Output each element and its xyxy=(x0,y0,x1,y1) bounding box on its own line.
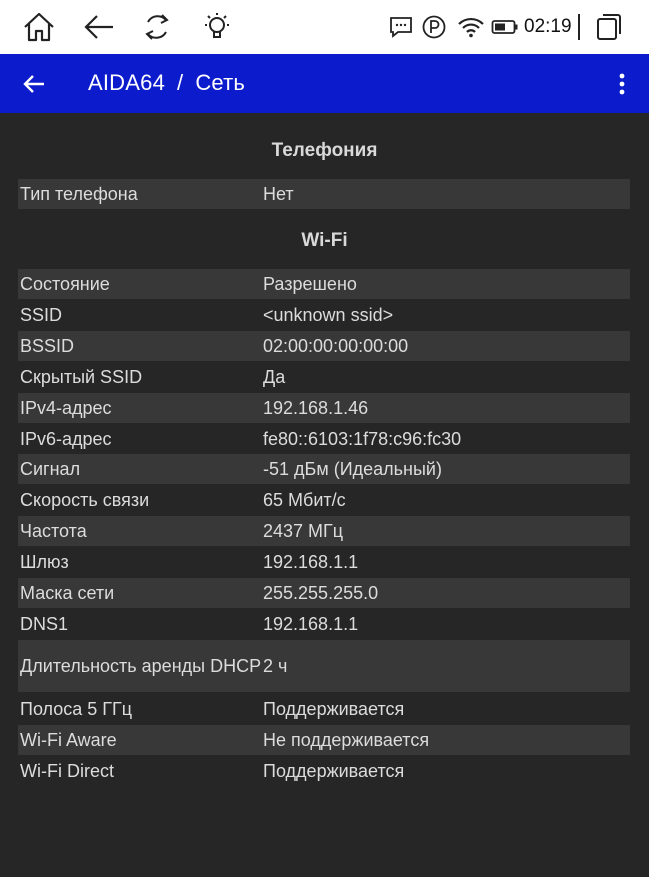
row-label: Wi-Fi Aware xyxy=(20,730,117,750)
page-title: AIDA64 / Сеть xyxy=(88,70,245,96)
row-label: Маска сети xyxy=(20,583,115,603)
row-label: Тип телефона xyxy=(20,184,138,204)
row-value: 65 Мбит/с xyxy=(263,490,346,510)
table-row: DNS1 192.168.1.1 xyxy=(18,609,630,639)
lightbulb-icon[interactable] xyxy=(200,10,234,44)
row-label: Сигнал xyxy=(20,459,81,479)
row-label: IPv6-адрес xyxy=(20,429,112,449)
table-row: SSID <unknown ssid> xyxy=(18,300,630,330)
table-row: BSSID 02:00:00:00:00:00 xyxy=(18,331,630,361)
row-value: 192.168.1.46 xyxy=(263,398,369,418)
status-clock: 02:19 xyxy=(524,16,572,37)
table-row: Состояние Разрешено xyxy=(18,269,630,299)
app-name: AIDA64 xyxy=(88,70,166,95)
recent-apps-icon[interactable] xyxy=(592,10,626,44)
rotate-icon[interactable] xyxy=(140,10,174,44)
row-value: 2 ч xyxy=(263,656,288,676)
row-value: 2437 МГц xyxy=(263,521,344,541)
back-arrow-icon[interactable] xyxy=(18,68,50,100)
row-label: SSID xyxy=(20,305,63,325)
table-row: Маска сети 255.255.255.0 xyxy=(18,578,630,608)
table-row: IPv6-адрес fe80::6103:1f78:c96:fc30 xyxy=(18,424,630,454)
overflow-menu-icon[interactable] xyxy=(606,68,638,100)
system-status-bar: 02:19 xyxy=(0,0,649,54)
row-value: 192.168.1.1 xyxy=(263,552,359,572)
row-value: Поддерживается xyxy=(263,699,405,719)
table-row: Wi-Fi Direct Поддерживается xyxy=(18,756,630,786)
row-label: DNS1 xyxy=(20,614,69,634)
section-title-telephony: Телефония xyxy=(271,140,378,161)
table-row: Частота 2437 МГц xyxy=(18,516,630,546)
table-row: Сигнал -51 дБм (Идеальный) xyxy=(18,454,630,484)
row-label: Состояние xyxy=(20,274,110,294)
row-value: 255.255.255.0 xyxy=(263,583,379,603)
row-label: Частота xyxy=(20,521,87,541)
row-label: Скорость связи xyxy=(20,490,150,510)
battery-icon xyxy=(488,10,522,44)
row-label: Wi-Fi Direct xyxy=(20,761,114,781)
row-value: 02:00:00:00:00:00 xyxy=(263,336,409,356)
row-value: Да xyxy=(263,367,286,387)
row-label: Длительность аренды DHCP xyxy=(20,656,262,676)
title-separator: / xyxy=(177,70,184,95)
back-arrow-icon[interactable] xyxy=(82,10,116,44)
section-title-wifi: Wi-Fi xyxy=(301,230,348,251)
status-divider xyxy=(578,14,580,40)
wifi-icon xyxy=(454,10,488,44)
row-label: Полоса 5 ГГц xyxy=(20,699,133,719)
row-value: -51 дБм (Идеальный) xyxy=(263,459,442,479)
table-row: Скорость связи 65 Мбит/с xyxy=(18,485,630,515)
table-row: Полоса 5 ГГц Поддерживается xyxy=(18,694,630,724)
row-value: Нет xyxy=(263,184,294,204)
table-row: Тип телефона Нет xyxy=(18,179,630,209)
row-value: Поддерживается xyxy=(263,761,405,781)
table-row: Wi-Fi Aware Не поддерживается xyxy=(18,725,630,755)
table-row: IPv4-адрес 192.168.1.46 xyxy=(18,393,630,423)
page-name: Сеть xyxy=(195,70,246,95)
row-value: <unknown ssid> xyxy=(263,305,394,325)
parking-icon xyxy=(417,10,451,44)
table-row: Скрытый SSID Да xyxy=(18,362,630,392)
row-label: IPv4-адрес xyxy=(20,398,112,418)
row-value: Не поддерживается xyxy=(263,730,430,750)
message-icon xyxy=(384,10,418,44)
row-value: 192.168.1.1 xyxy=(263,614,359,634)
row-label: BSSID xyxy=(20,336,75,356)
table-row: Шлюз 192.168.1.1 xyxy=(18,547,630,577)
row-label: Шлюз xyxy=(20,552,69,572)
table-row: Длительность аренды DHCP 2 ч xyxy=(18,640,630,692)
app-bar: AIDA64 / Сеть xyxy=(0,54,649,113)
row-value: Разрешено xyxy=(263,274,357,294)
row-value: fe80::6103:1f78:c96:fc30 xyxy=(263,429,462,449)
row-label: Скрытый SSID xyxy=(20,367,143,387)
home-icon[interactable] xyxy=(22,10,56,44)
